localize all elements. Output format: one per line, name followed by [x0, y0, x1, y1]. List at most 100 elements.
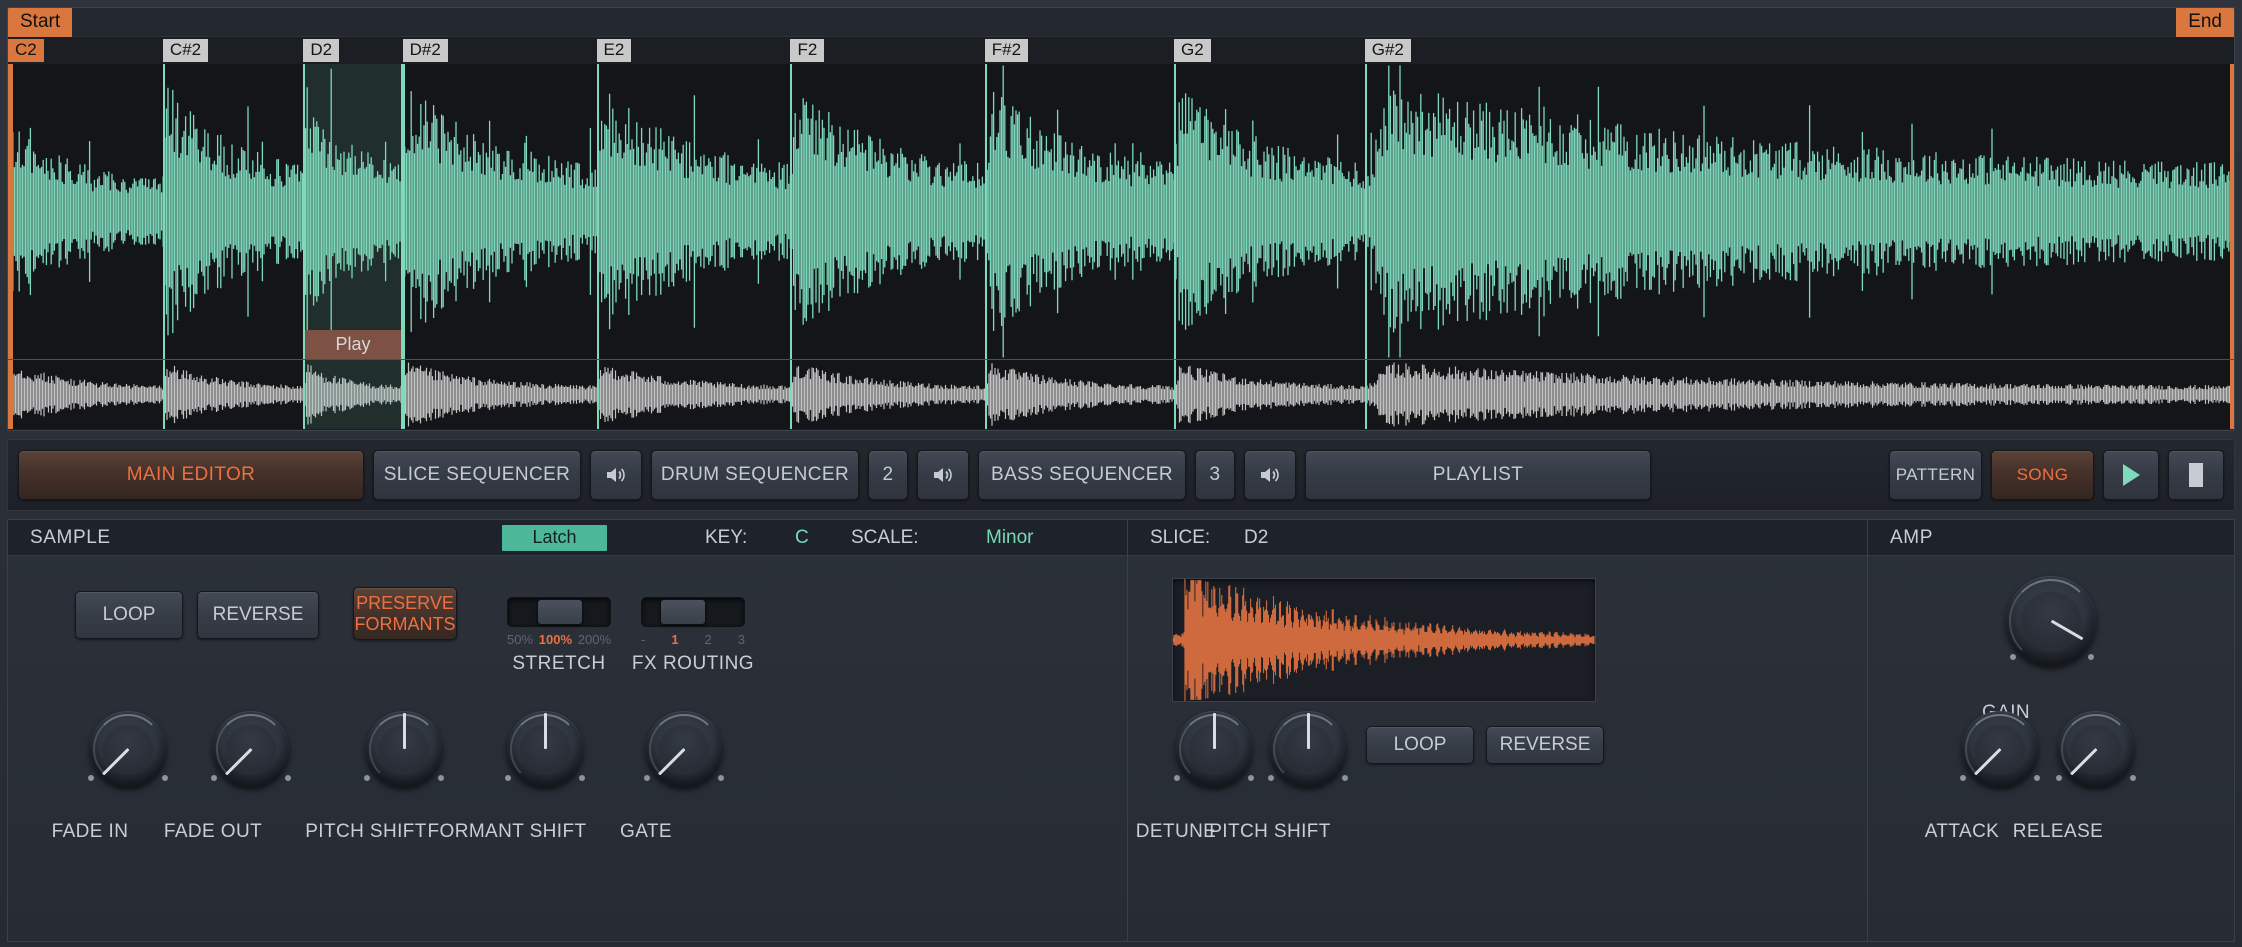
tab-main-editor[interactable]: MAIN EDITOR	[18, 450, 364, 500]
fx-routing-slider[interactable]	[641, 597, 745, 627]
formant-shift-label: FORMANT SHIFT	[427, 821, 587, 842]
selected-slice-region[interactable]	[303, 64, 403, 359]
slice-marker-g2[interactable]: G2	[1173, 39, 1211, 62]
amp-panel-title: AMP	[1890, 526, 1933, 548]
slice-divider-line[interactable]	[1173, 360, 1176, 429]
transport-play-button[interactable]	[2103, 450, 2159, 500]
selected-slice-region[interactable]	[303, 360, 403, 429]
slice-marker-gsharp2[interactable]: G#2	[1364, 39, 1411, 62]
slice-play-button[interactable]: Play	[305, 330, 401, 359]
fx-routing-label: FX ROUTING	[631, 653, 755, 674]
slice-divider-line[interactable]	[1364, 360, 1367, 429]
stretch-label: STRETCH	[512, 653, 606, 674]
stretch-slider-thumb[interactable]	[537, 599, 583, 625]
knob-min-dot	[505, 775, 511, 781]
knob-indicator	[224, 747, 253, 776]
slice-divider-line[interactable]	[596, 360, 599, 429]
stretch-tick-labels: 50% 100% 200%	[507, 632, 611, 647]
slice-divider-line[interactable]	[402, 64, 405, 359]
sample-loop-button[interactable]: LOOP	[75, 591, 183, 639]
slice-divider-line[interactable]	[303, 360, 306, 429]
slice-marker-f2[interactable]: F2	[790, 39, 825, 62]
bass-sequencer-mute-button[interactable]	[1244, 450, 1296, 500]
knob-max-dot	[2034, 775, 2040, 781]
knob-min-dot	[2056, 775, 2062, 781]
slice-panel-body: DETUNE PITCH SHIFT LOOP REVERSE	[1128, 556, 1867, 941]
latch-button[interactable]: Latch	[502, 525, 607, 551]
start-playhead[interactable]	[8, 64, 13, 359]
start-marker[interactable]: Start	[8, 8, 73, 37]
detune-knob[interactable]	[1176, 711, 1252, 787]
formant-shift-knob[interactable]	[507, 711, 583, 787]
overview-waveform-display[interactable]	[8, 359, 2234, 429]
pattern-mode-button[interactable]: PATTERN	[1889, 450, 1982, 500]
slice-divider-line[interactable]	[596, 64, 599, 359]
slice-panel-title: SLICE:	[1150, 526, 1211, 548]
knob-max-dot	[2130, 775, 2136, 781]
slice-divider-line[interactable]	[303, 64, 306, 359]
slice-divider-line[interactable]	[162, 360, 165, 429]
slice-pitch-shift-knob[interactable]	[1270, 711, 1346, 787]
gain-knob[interactable]	[2006, 576, 2096, 666]
end-playhead[interactable]	[2230, 64, 2234, 359]
plugin-window: Start End C2 C#2 D2 D#2 E2 F2 F#2 G2 G#2 Play MA…	[0, 0, 2242, 947]
release-knob[interactable]	[2058, 711, 2134, 787]
slice-divider-line[interactable]	[984, 64, 987, 359]
song-mode-button[interactable]: SONG	[1991, 450, 2094, 500]
slice-divider-line[interactable]	[162, 64, 165, 359]
sample-panel-title: SAMPLE	[30, 526, 111, 548]
end-marker[interactable]: End	[2176, 8, 2234, 37]
slice-marker-dsharp2[interactable]: D#2	[402, 39, 448, 62]
slice-divider-line[interactable]	[1364, 64, 1367, 359]
stretch-tick-1: 100%	[538, 632, 573, 647]
fade-in-knob[interactable]	[90, 711, 166, 787]
slice-marker-csharp2[interactable]: C#2	[162, 39, 209, 62]
slice-divider-line[interactable]	[790, 360, 793, 429]
knob-indicator	[543, 713, 547, 749]
knob-indicator	[1306, 713, 1310, 749]
knob-min-dot	[1268, 775, 1274, 781]
gate-knob[interactable]	[646, 711, 722, 787]
preserve-formants-button[interactable]: PRESERVE FORMANTS	[353, 587, 457, 640]
tab-playlist[interactable]: PLAYLIST	[1305, 450, 1651, 500]
fx-routing-slider-thumb[interactable]	[660, 599, 706, 625]
knob-indicator	[1212, 713, 1216, 749]
knob-max-dot	[162, 775, 168, 781]
fade-out-knob[interactable]	[213, 711, 289, 787]
slice-divider-line[interactable]	[402, 360, 405, 429]
knob-max-dot	[2088, 654, 2094, 660]
slice-marker-d2[interactable]: D2	[303, 39, 340, 62]
slice-divider-line[interactable]	[984, 360, 987, 429]
tab-drum-sequencer[interactable]: DRUM SEQUENCER	[651, 450, 859, 500]
key-value[interactable]: C	[795, 527, 809, 549]
amp-panel: AMP GAIN ATTACK	[1867, 519, 2235, 942]
attack-knob[interactable]	[1962, 711, 2038, 787]
slice-divider-line[interactable]	[1173, 64, 1176, 359]
slice-panel: SLICE: D2 DETUNE PITCH SHIFT LOOP REVERS…	[1127, 519, 1867, 942]
slice-marker-fsharp2[interactable]: F#2	[984, 39, 1029, 62]
bass-sequencer-count[interactable]: 3	[1195, 450, 1235, 500]
scale-value[interactable]: Minor	[986, 527, 1034, 549]
pitch-shift-label: PITCH SHIFT	[305, 821, 427, 842]
slice-reverse-button[interactable]: REVERSE	[1486, 726, 1604, 764]
tab-slice-sequencer[interactable]: SLICE SEQUENCER	[373, 450, 581, 500]
drum-sequencer-mute-button[interactable]	[917, 450, 969, 500]
pitch-shift-knob[interactable]	[366, 711, 442, 787]
fade-out-label: FADE OUT	[163, 821, 263, 842]
stretch-slider[interactable]	[507, 597, 611, 627]
slice-marker-e2[interactable]: E2	[596, 39, 632, 62]
slice-pitch-shift-label: PITCH SHIFT	[1209, 821, 1331, 842]
speaker-icon	[934, 468, 952, 482]
slice-marker-c2[interactable]: C2	[8, 39, 44, 62]
tab-bass-sequencer[interactable]: BASS SEQUENCER	[978, 450, 1186, 500]
slice-sequencer-mute-button[interactable]	[590, 450, 642, 500]
slice-value[interactable]: D2	[1244, 527, 1268, 549]
main-waveform-display[interactable]: Play	[8, 64, 2234, 359]
drum-sequencer-count[interactable]: 2	[868, 450, 908, 500]
transport-stop-button[interactable]	[2168, 450, 2224, 500]
key-label: KEY:	[705, 526, 748, 548]
slice-loop-button[interactable]: LOOP	[1366, 726, 1474, 764]
sample-reverse-button[interactable]: REVERSE	[197, 591, 319, 639]
slice-divider-line[interactable]	[790, 64, 793, 359]
slice-waveform-display[interactable]	[1172, 578, 1596, 702]
